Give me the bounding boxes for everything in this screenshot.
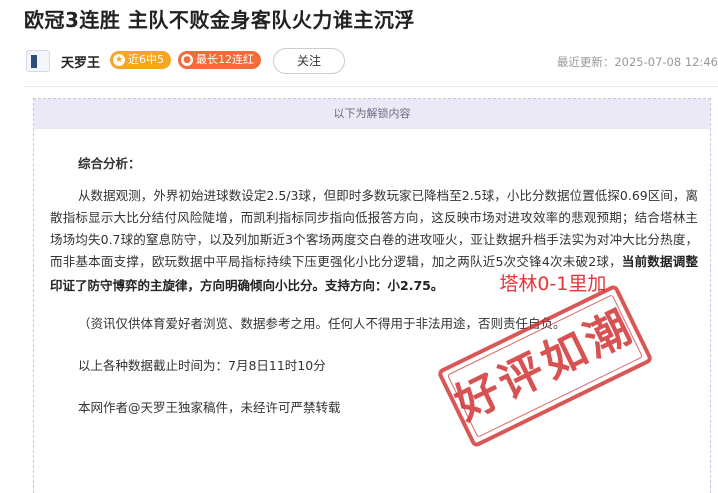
score-prediction: 塔林0-1里加 — [499, 273, 607, 295]
author-bar: 天罗王 ★ 近6中5 ● 最长12连红 关注 最近更新：2025-07-08 1… — [26, 44, 718, 78]
follow-button[interactable]: 关注 — [273, 48, 345, 74]
author-name[interactable]: 天罗王 — [61, 52, 100, 71]
streak-badge-label: 最长12连红 — [196, 53, 254, 66]
analysis-heading: 综合分析： — [78, 156, 141, 171]
streak-badge: ● 最长12连红 — [178, 51, 261, 69]
unlock-header: 以下为解锁内容 — [34, 99, 710, 129]
hit-rate-badge: ★ 近6中5 — [110, 51, 171, 69]
update-time: 最近更新：2025-07-08 12:46 — [556, 55, 718, 69]
author-avatar[interactable] — [26, 50, 50, 72]
analysis-paragraph: 从数据观测，外界初始进球数设定2.5/3球，但即时多数玩家已降档至2.5球，小比… — [50, 185, 698, 297]
analysis-text: 从数据观测，外界初始进球数设定2.5/3球，但即时多数玩家已降档至2.5球，小比… — [50, 188, 698, 269]
fire-icon: ● — [181, 54, 193, 66]
copyright-notice: 本网作者@天罗王独家稿件，未经许可严禁转载 — [78, 400, 341, 415]
article-title: 欧冠3连胜 主队不败金身客队火力谁主沉浮 — [24, 8, 415, 32]
star-icon: ★ — [113, 54, 125, 66]
divider — [24, 86, 718, 87]
hit-rate-badge-label: 近6中5 — [128, 53, 164, 66]
